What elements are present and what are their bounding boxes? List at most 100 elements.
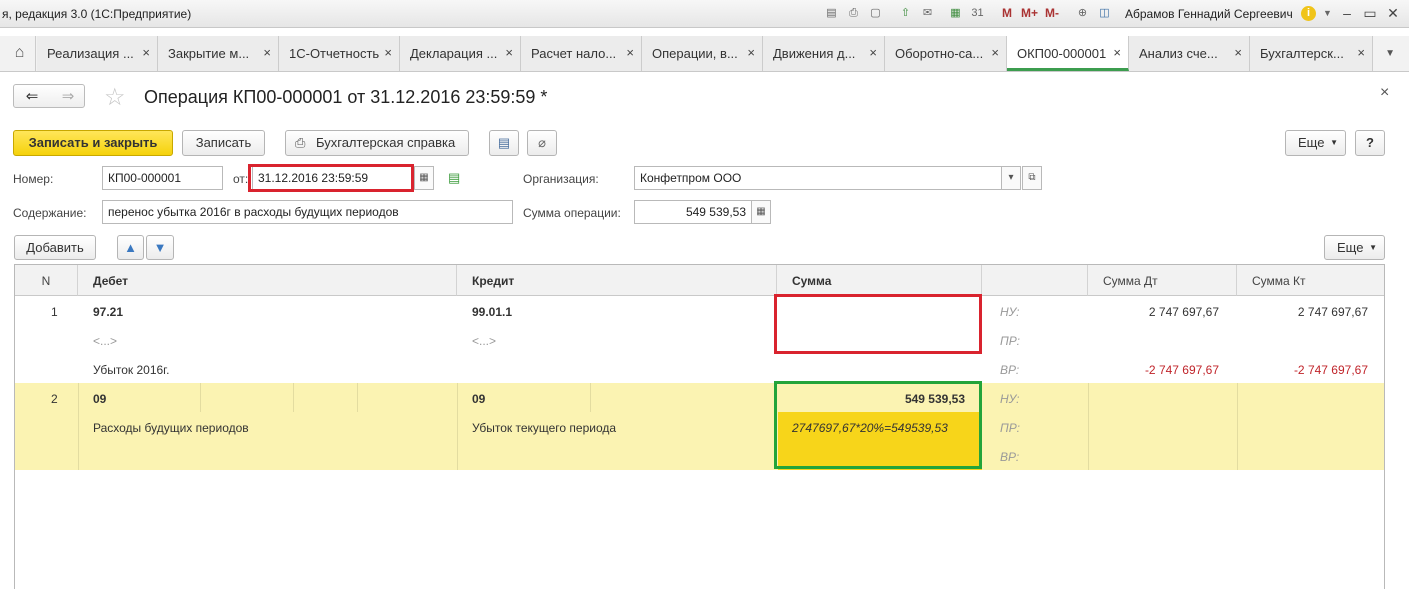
tab-accounting[interactable]: Бухгалтерск... × xyxy=(1250,36,1373,71)
content-field[interactable]: перенос убытка 2016г в расходы будущих п… xyxy=(102,200,513,224)
debit-account[interactable]: 09 xyxy=(93,392,106,406)
tab-turnover[interactable]: Оборотно-са... × xyxy=(885,36,1007,71)
tab-realization[interactable]: Реализация ... × xyxy=(37,36,158,71)
close-window-icon[interactable]: ✕ xyxy=(1384,5,1402,21)
home-icon[interactable]: ⌂ xyxy=(4,36,36,71)
header-credit[interactable]: Кредит xyxy=(457,265,777,296)
tab-declaration[interactable]: Декларация ... × xyxy=(400,36,521,71)
preview-icon[interactable]: ▢ xyxy=(868,6,883,21)
header-tax-type[interactable] xyxy=(982,265,1088,296)
close-icon[interactable]: × xyxy=(142,45,150,60)
print-icon[interactable]: ⎙ xyxy=(846,6,861,21)
header-n[interactable]: N xyxy=(15,265,78,296)
calculator-icon[interactable]: ▦ xyxy=(751,200,771,224)
close-icon[interactable]: × xyxy=(384,45,392,60)
close-icon[interactable]: × xyxy=(263,45,271,60)
favorite-star-icon[interactable]: ☆ xyxy=(104,83,126,112)
save-button[interactable]: Записать xyxy=(182,130,265,156)
tab-label: ОКП00-000001 xyxy=(1017,46,1107,61)
table-more-button[interactable]: Еще ▼ xyxy=(1324,235,1385,260)
chevron-down-icon[interactable]: ▼ xyxy=(1385,48,1395,59)
memory-plus-button[interactable]: M+ xyxy=(1021,6,1038,20)
sum-kt-vr[interactable]: -2 747 697,67 xyxy=(1294,363,1368,377)
document-status-icon[interactable]: ▤ xyxy=(448,170,460,186)
debit-account[interactable]: 97.21 xyxy=(93,305,123,319)
upload-icon[interactable]: ⇧ xyxy=(898,6,913,21)
debit-description[interactable]: Убыток 2016г. xyxy=(93,363,169,377)
move-up-icon[interactable]: ▲ xyxy=(117,235,144,260)
table-row-selected[interactable]: 2 09 Расходы будущих периодов 09 Убыток … xyxy=(15,383,1384,470)
spreadsheet-icon[interactable]: ▦ xyxy=(948,6,963,21)
credit-account[interactable]: 09 xyxy=(472,392,485,406)
move-down-icon[interactable]: ▼ xyxy=(146,235,174,260)
header-sum-dt[interactable]: Сумма Дт xyxy=(1088,265,1237,296)
close-icon[interactable]: × xyxy=(505,45,513,60)
close-icon[interactable]: × xyxy=(747,45,755,60)
minimize-icon[interactable]: – xyxy=(1338,5,1356,21)
info-icon[interactable]: i xyxy=(1301,6,1316,21)
save-icon[interactable]: ▤ xyxy=(824,6,839,21)
close-icon[interactable]: × xyxy=(1357,45,1365,60)
zoom-icon[interactable]: ⊕ xyxy=(1075,6,1090,21)
tab-label: Движения д... xyxy=(773,46,856,61)
tab-movements[interactable]: Движения д... × xyxy=(763,36,885,71)
tab-reporting[interactable]: 1С-Отчетность × xyxy=(279,36,400,71)
help-button[interactable]: ? xyxy=(1355,130,1385,156)
add-row-button[interactable]: Добавить xyxy=(14,235,96,260)
credit-account[interactable]: 99.01.1 xyxy=(472,305,512,319)
memory-minus-button[interactable]: M- xyxy=(1045,6,1059,20)
accounting-report-button[interactable]: ⎙ Бухгалтерская справка xyxy=(285,130,469,156)
tab-account-analysis[interactable]: Анализ сче... × xyxy=(1129,36,1250,71)
tax-label-vr: ВР: xyxy=(1000,450,1020,464)
header-sum[interactable]: Сумма xyxy=(777,265,982,296)
forward-arrow-icon[interactable]: ⇒ xyxy=(50,87,86,105)
debit-subconto[interactable]: <...> xyxy=(93,334,117,348)
mail-icon[interactable]: ✉ xyxy=(920,6,935,21)
column-divider xyxy=(1088,383,1089,470)
close-icon[interactable]: × xyxy=(869,45,877,60)
close-icon[interactable]: × xyxy=(991,45,999,60)
table-row[interactable]: 1 97.21 <...> Убыток 2016г. 99.01.1 <...… xyxy=(15,296,1384,383)
tab-tax-calc[interactable]: Расчет нало... × xyxy=(521,36,642,71)
sum-dt-nu[interactable]: 2 747 697,67 xyxy=(1149,305,1219,319)
header-debit[interactable]: Дебет xyxy=(78,265,457,296)
printer-icon: ⎙ xyxy=(295,135,306,150)
close-icon[interactable]: × xyxy=(1113,45,1121,60)
back-arrow-icon[interactable]: ⇐ xyxy=(14,87,50,105)
save-and-close-button[interactable]: Записать и закрыть xyxy=(13,130,173,156)
maximize-icon[interactable]: ▭ xyxy=(1361,5,1379,21)
chevron-down-icon: ▼ xyxy=(1330,138,1338,147)
credit-subconto[interactable]: <...> xyxy=(472,334,496,348)
highlight-filled-sum xyxy=(774,381,982,469)
header-sum-kt[interactable]: Сумма Кт xyxy=(1237,265,1384,296)
organization-field[interactable]: Конфетпром ООО xyxy=(634,166,1002,190)
close-icon[interactable]: × xyxy=(1380,84,1389,102)
more-button[interactable]: Еще ▼ xyxy=(1285,130,1346,156)
tax-label-nu: НУ: xyxy=(1000,392,1020,406)
number-field[interactable]: КП00-000001 xyxy=(102,166,223,190)
tab-closing[interactable]: Закрытие м... × xyxy=(158,36,279,71)
chevron-down-icon[interactable]: ▾ xyxy=(1001,166,1021,190)
debit-description[interactable]: Расходы будущих периодов xyxy=(93,421,249,435)
entries-table: N Дебет Кредит Сумма Сумма Дт Сумма Кт 1… xyxy=(14,264,1385,589)
operation-sum-field[interactable]: 549 539,53 xyxy=(634,200,752,224)
chevron-down-icon[interactable]: ▼ xyxy=(1320,6,1335,21)
panel-icon[interactable]: ◫ xyxy=(1097,6,1112,21)
attachment-icon[interactable]: ⌀ xyxy=(527,130,557,156)
credit-description[interactable]: Убыток текущего периода xyxy=(472,421,616,435)
tax-label-nu: НУ: xyxy=(1000,305,1020,319)
close-icon[interactable]: × xyxy=(1234,45,1242,60)
sum-kt-nu[interactable]: 2 747 697,67 xyxy=(1298,305,1368,319)
sum-dt-vr[interactable]: -2 747 697,67 xyxy=(1145,363,1219,377)
tab-operation-active[interactable]: ОКП00-000001 × xyxy=(1007,36,1129,71)
calendar-icon[interactable]: ▦ xyxy=(414,166,434,190)
current-user[interactable]: Абрамов Геннадий Сергеевич xyxy=(1125,7,1293,21)
memory-button[interactable]: M xyxy=(1002,6,1012,20)
more-label: Еще xyxy=(1337,240,1364,255)
column-divider xyxy=(1237,383,1238,470)
close-icon[interactable]: × xyxy=(626,45,634,60)
calendar-icon[interactable]: 31 xyxy=(970,6,985,21)
open-link-icon[interactable]: ⧉ xyxy=(1022,166,1042,190)
structure-icon[interactable]: ▤ xyxy=(489,130,519,156)
tab-operations[interactable]: Операции, в... × xyxy=(642,36,763,71)
